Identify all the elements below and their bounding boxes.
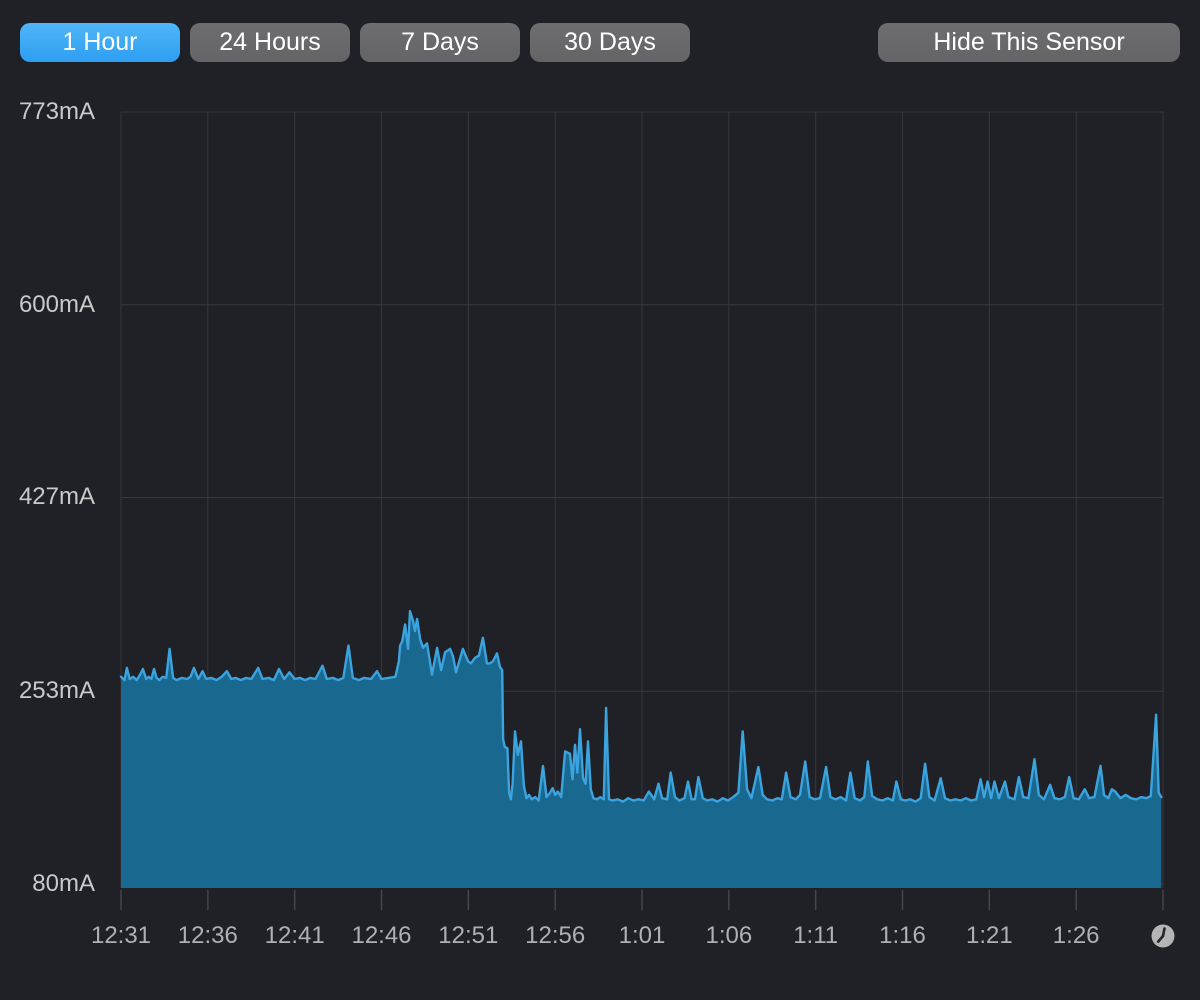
chart-plot-area bbox=[119, 111, 1164, 910]
y-axis-label: 773mA bbox=[18, 98, 95, 125]
y-axis-label: 253mA bbox=[18, 677, 95, 705]
sensor-current-chart: 80mA 253mA 427mA 600mA 773mA 12:31 12:36 12:41… bbox=[0, 0, 1200, 1000]
x-axis-label: 1:26 bbox=[1052, 922, 1100, 949]
clock-icon[interactable] bbox=[1149, 922, 1177, 950]
y-axis-label: 600mA bbox=[18, 290, 95, 318]
y-axis-label: 80mA bbox=[32, 870, 95, 897]
y-axis-label: 427mA bbox=[18, 483, 95, 511]
